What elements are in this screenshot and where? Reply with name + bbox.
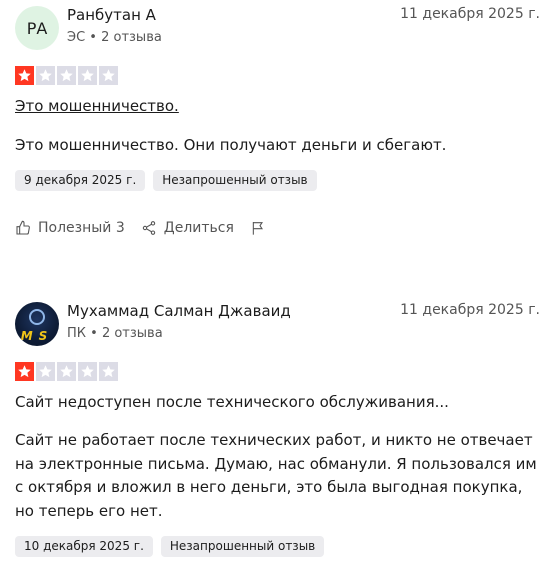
thumbs-up-icon	[16, 220, 30, 235]
star-rating	[15, 362, 118, 381]
review-header: РА Ранбутан А ЭС • 2 отзыва 11 декабря 2…	[0, 0, 551, 64]
reviewer-name[interactable]: Мухаммад Салман Джаваид	[67, 302, 291, 320]
star-icon	[57, 362, 76, 381]
share-icon	[142, 221, 155, 235]
star-rating	[15, 66, 118, 85]
flag-icon	[252, 222, 263, 235]
star-icon	[99, 66, 118, 85]
star-icon	[57, 66, 76, 85]
avatar-logo-text: MS	[20, 329, 54, 343]
star-icon	[36, 362, 55, 381]
star-icon	[99, 362, 118, 381]
useful-label: Полезный 3	[38, 220, 125, 236]
experience-date-badge: 10 декабря 2025 г.	[15, 536, 153, 557]
experience-date-badge: 9 декабря 2025 г.	[15, 170, 146, 191]
review-chips: 9 декабря 2025 г. Незапрошенный отзыв	[15, 170, 317, 191]
review-date: 11 декабря 2025 г.	[400, 6, 540, 22]
reviewer-name[interactable]: Ранбутан А	[67, 6, 156, 24]
reviewer-meta: ПК • 2 отзыва	[67, 326, 163, 341]
avatar[interactable]: MS	[15, 302, 59, 346]
avatar[interactable]: РА	[15, 6, 59, 50]
star-icon	[78, 362, 97, 381]
share-button[interactable]: Делиться	[141, 220, 234, 236]
logo-icon	[29, 309, 45, 325]
star-icon	[78, 66, 97, 85]
star-icon	[15, 362, 34, 381]
unprompted-review-badge: Незапрошенный отзыв	[153, 170, 317, 191]
star-icon	[36, 66, 55, 85]
useful-button[interactable]: Полезный 3	[15, 220, 125, 236]
review-card: РА Ранбутан А ЭС • 2 отзыва 11 декабря 2…	[0, 0, 551, 236]
star-icon	[15, 66, 34, 85]
avatar-initials: РА	[26, 18, 48, 38]
review-chips: 10 декабря 2025 г. Незапрошенный отзыв	[15, 536, 325, 557]
review-title-link[interactable]: Сайт недоступен после технического обслу…	[15, 393, 449, 411]
review-date: 11 декабря 2025 г.	[400, 302, 540, 318]
review-actions: Полезный 3 Делиться	[15, 220, 282, 236]
review-body: Сайт не работает после технических работ…	[15, 431, 537, 520]
report-button[interactable]	[250, 220, 266, 236]
review-card: MS Мухаммад Салман Джаваид ПК • 2 отзыва…	[0, 296, 551, 557]
review-title-link[interactable]: Это мошенничество.	[15, 97, 179, 115]
unprompted-review-badge: Незапрошенный отзыв	[160, 536, 325, 557]
reviewer-meta: ЭС • 2 отзыва	[67, 30, 162, 45]
share-label: Делиться	[163, 220, 234, 236]
review-body: Это мошенничество. Они получают деньги и…	[15, 136, 447, 154]
review-header: MS Мухаммад Салман Джаваид ПК • 2 отзыва…	[0, 296, 551, 360]
